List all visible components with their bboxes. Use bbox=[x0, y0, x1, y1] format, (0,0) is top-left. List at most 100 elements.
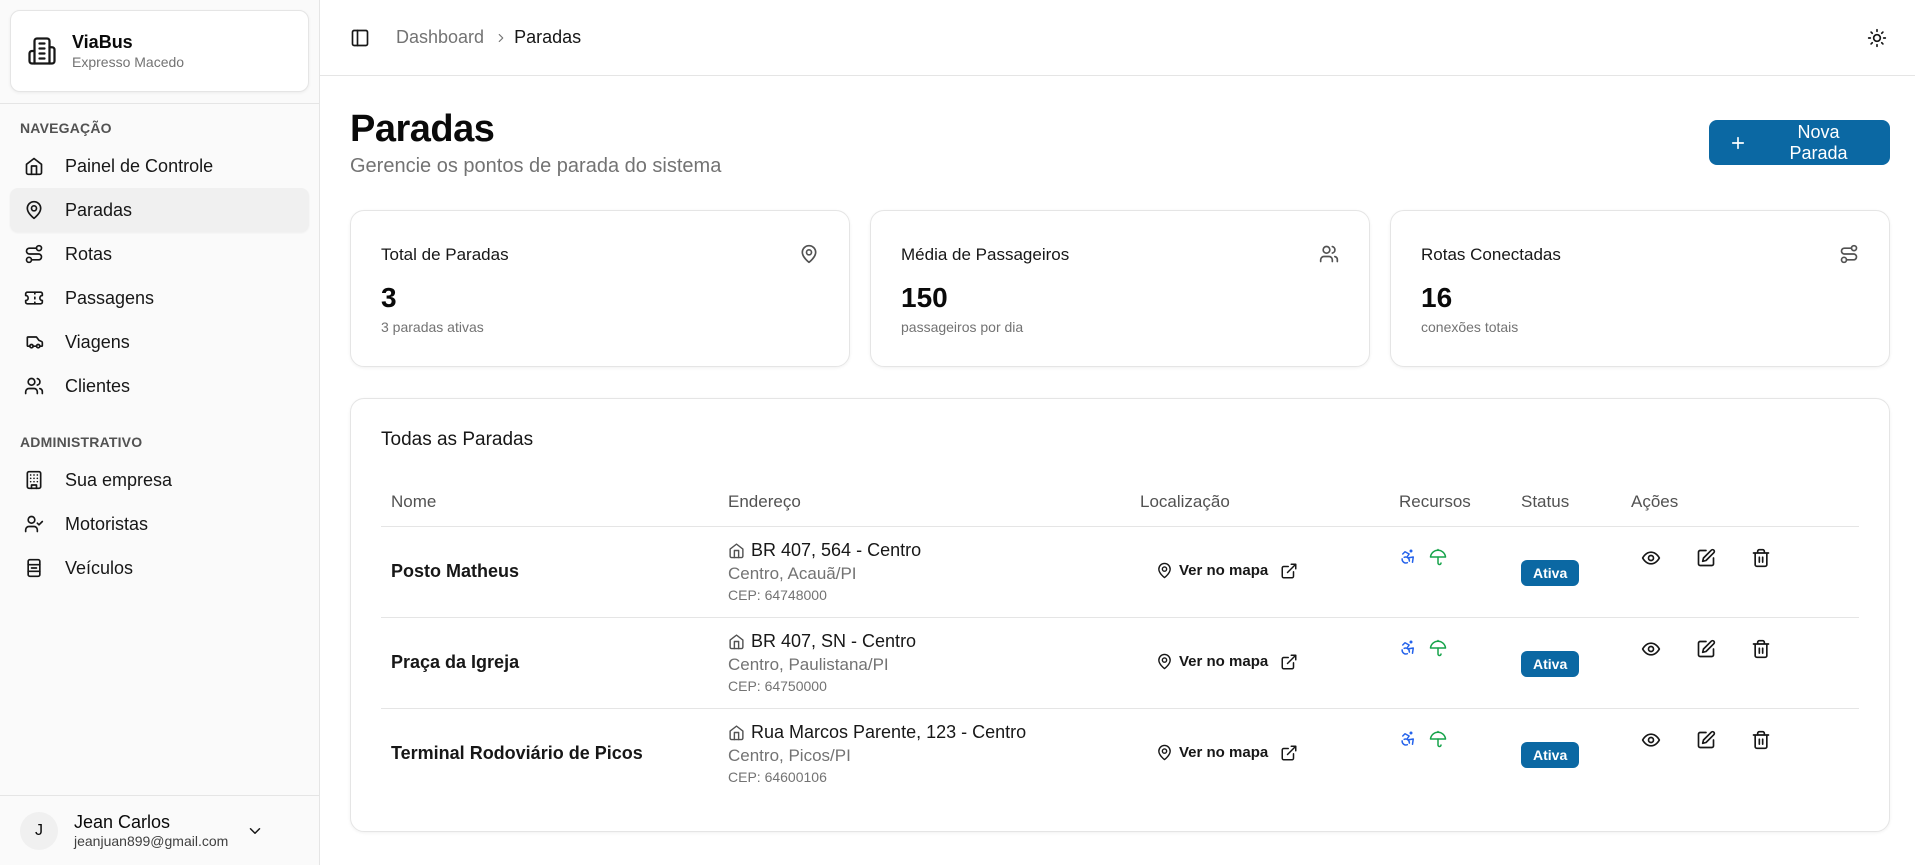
sidebar-item-veiculos[interactable]: Veículos bbox=[10, 546, 309, 590]
ticket-icon bbox=[24, 288, 44, 308]
column-header-acoes: Ações bbox=[1621, 478, 1859, 527]
sidebar-item-clientes[interactable]: Clientes bbox=[10, 364, 309, 408]
building-icon bbox=[24, 470, 44, 490]
address-city: Centro, Picos/PI bbox=[728, 746, 851, 766]
sidebar-item-label: Motoristas bbox=[65, 513, 149, 534]
address-city: Centro, Paulistana/PI bbox=[728, 655, 889, 674]
table-row: Praça da Igreja BR 407, SN - Centro Cent… bbox=[381, 617, 1859, 709]
home-icon bbox=[728, 633, 745, 650]
address-cep: CEP: 64600106 bbox=[728, 769, 827, 786]
sidebar-item-label: Painel de Controle bbox=[65, 155, 214, 176]
brand-company: Expresso Macedo bbox=[72, 54, 185, 70]
sidebar-item-rotas[interactable]: Rotas bbox=[10, 232, 309, 276]
sidebar-item-paradas[interactable]: Paradas bbox=[10, 188, 309, 232]
breadcrumb-current: Paradas bbox=[514, 27, 582, 47]
sidebar: ViaBus Expresso Macedo NAVEGAÇÃO Painel … bbox=[0, 0, 320, 865]
breadcrumb-link-dashboard[interactable]: Dashboard bbox=[396, 27, 484, 48]
view-on-map-label: Ver no mapa bbox=[1179, 744, 1269, 762]
stop-name: Praça da Igreja bbox=[381, 617, 718, 709]
sidebar-item-viagens[interactable]: Viagens bbox=[10, 320, 309, 364]
map-pin-icon bbox=[799, 244, 819, 264]
column-header-recursos: Recursos bbox=[1389, 478, 1511, 527]
sidebar-item-painel[interactable]: Painel de Controle bbox=[10, 144, 309, 188]
sidebar-item-label: Viagens bbox=[65, 331, 130, 352]
stop-name: Posto Matheus bbox=[381, 526, 718, 618]
sidebar-item-label: Sua empresa bbox=[65, 469, 173, 490]
status-badge: Ativa bbox=[1521, 741, 1580, 768]
table-title: Todas as Paradas bbox=[381, 429, 534, 450]
sidebar-toggle-icon[interactable] bbox=[350, 28, 370, 48]
external-link-icon bbox=[1280, 653, 1298, 671]
user-name: Jean Carlos bbox=[74, 811, 171, 832]
new-stop-button[interactable]: Nova Parada bbox=[1709, 120, 1890, 165]
address-cep: CEP: 64750000 bbox=[728, 678, 827, 694]
sidebar-item-passagens[interactable]: Passagens bbox=[10, 276, 309, 320]
map-pin-icon bbox=[1156, 744, 1173, 761]
stat-card-total-stops: Total de Paradas 3 3 paradas ativas bbox=[350, 210, 850, 367]
sidebar-item-label: Clientes bbox=[65, 375, 131, 396]
home-icon bbox=[24, 156, 44, 176]
umbrella-icon bbox=[1429, 730, 1447, 748]
view-on-map-label: Ver no mapa bbox=[1179, 562, 1269, 579]
stat-card-avg-passengers: Média de Passageiros 150 passageiros por… bbox=[870, 210, 1370, 367]
stat-value: 150 bbox=[901, 282, 948, 313]
stop-address: BR 407, 564 - Centro Centro, Acauã/PI CE… bbox=[718, 526, 1130, 618]
page-subtitle: Gerencie os pontos de parada do sistema bbox=[350, 155, 722, 177]
umbrella-icon bbox=[1429, 639, 1447, 657]
trash-icon[interactable] bbox=[1751, 730, 1771, 750]
home-icon bbox=[728, 724, 745, 741]
accessibility-icon bbox=[1399, 730, 1417, 748]
brand-name: ViaBus bbox=[72, 32, 133, 52]
stat-title: Média de Passageiros bbox=[901, 245, 1070, 264]
chevron-down-icon[interactable] bbox=[246, 822, 264, 840]
plus-icon bbox=[1729, 134, 1747, 152]
stat-value: 16 bbox=[1421, 282, 1453, 313]
stops-table-card: Todas as Paradas Nome Endereço Localizaç… bbox=[350, 398, 1890, 832]
eye-icon[interactable] bbox=[1641, 548, 1661, 568]
accessibility-icon bbox=[1399, 548, 1417, 566]
sidebar-item-label: Rotas bbox=[65, 243, 113, 264]
stat-title: Total de Paradas bbox=[381, 245, 509, 264]
users-icon bbox=[24, 376, 44, 396]
stats-cards: Total de Paradas 3 3 paradas ativas Médi… bbox=[350, 210, 1890, 367]
user-menu[interactable]: J Jean Carlos jeanjuan899@gmail.com bbox=[0, 795, 319, 865]
column-header-endereco: Endereço bbox=[718, 478, 1130, 527]
sidebar-item-motoristas[interactable]: Motoristas bbox=[10, 502, 309, 546]
topbar: Dashboard Paradas bbox=[320, 0, 1915, 76]
sidebar-item-label: Passagens bbox=[65, 287, 155, 308]
view-on-map-link[interactable]: Ver no mapa bbox=[1156, 744, 1379, 762]
eye-icon[interactable] bbox=[1641, 730, 1661, 750]
bus-icon bbox=[24, 332, 44, 352]
address-street: BR 407, SN - Centro bbox=[751, 631, 917, 651]
stop-address: BR 407, SN - Centro Centro, Paulistana/P… bbox=[718, 617, 1130, 709]
avatar: J bbox=[20, 811, 58, 850]
edit-icon[interactable] bbox=[1696, 730, 1716, 750]
stat-title: Rotas Conectadas bbox=[1421, 245, 1561, 264]
address-cep: CEP: 64748000 bbox=[728, 587, 827, 603]
main-content: Dashboard Paradas Paradas Gerencie os po… bbox=[320, 0, 1915, 865]
external-link-icon bbox=[1280, 744, 1298, 762]
page-title: Paradas bbox=[350, 108, 495, 150]
edit-icon[interactable] bbox=[1696, 639, 1716, 659]
trash-icon[interactable] bbox=[1751, 548, 1771, 568]
stop-name: Terminal Rodoviário de Picos bbox=[391, 743, 643, 764]
chevron-right-icon bbox=[494, 31, 508, 45]
view-on-map-link[interactable]: Ver no mapa bbox=[1156, 562, 1379, 580]
sun-icon[interactable] bbox=[1867, 28, 1887, 48]
table-header-row: Nome Endereço Localização Recursos Statu… bbox=[381, 478, 1859, 527]
divider bbox=[0, 103, 319, 104]
brand-switcher[interactable]: ViaBus Expresso Macedo bbox=[10, 10, 309, 92]
view-on-map-link[interactable]: Ver no mapa bbox=[1156, 653, 1379, 671]
address-city: Centro, Acauã/PI bbox=[728, 564, 857, 583]
stat-description: 3 paradas ativas bbox=[381, 319, 484, 335]
edit-icon[interactable] bbox=[1696, 548, 1716, 568]
eye-icon[interactable] bbox=[1641, 639, 1661, 659]
stat-card-connected-routes: Rotas Conectadas 16 conexões totais bbox=[1390, 210, 1890, 367]
stat-description: conexões totais bbox=[1421, 319, 1519, 335]
route-icon bbox=[1839, 244, 1859, 264]
address-street: Rua Marcos Parente, 123 - Centro bbox=[751, 722, 1027, 743]
sidebar-item-sua-empresa[interactable]: Sua empresa bbox=[10, 458, 309, 502]
admin-group-label: ADMINISTRATIVO bbox=[20, 434, 143, 450]
trash-icon[interactable] bbox=[1751, 639, 1771, 659]
column-header-localizacao: Localização bbox=[1130, 478, 1389, 527]
